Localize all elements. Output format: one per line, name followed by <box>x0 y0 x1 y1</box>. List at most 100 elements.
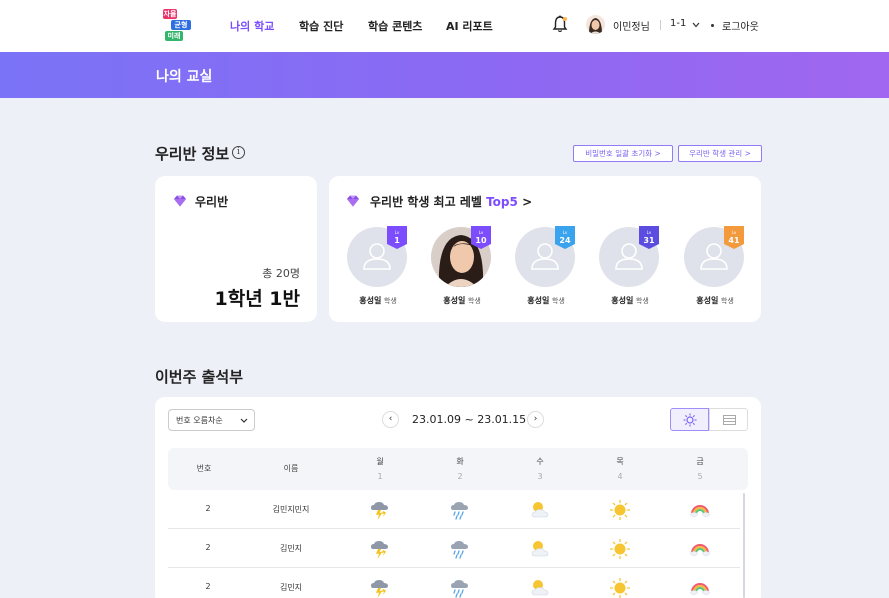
top5-label-accent: Top5 <box>486 195 518 209</box>
attendance-table-header: 번호 이름 월 1 화 2 수 3 목 4 금 5 <box>168 448 748 490</box>
nav-contents[interactable]: 학습 콘텐츠 <box>368 18 422 34</box>
row-number: 2 <box>205 543 211 552</box>
col-day: 화 <box>456 457 464 466</box>
partly-cloudy-icon <box>531 580 549 596</box>
logo[interactable]: 자율 균형 미래 <box>163 9 193 42</box>
list-view-button[interactable] <box>709 408 748 431</box>
attendance-title: 이번주 출석부 <box>155 368 244 386</box>
info-icon[interactable]: i <box>232 146 245 159</box>
level-label: Lv <box>731 230 737 235</box>
col-date: 3 <box>537 472 543 481</box>
table-row[interactable]: 2 김민지민지 <box>168 490 740 529</box>
rainbow-icon <box>690 544 710 556</box>
divider <box>660 20 661 30</box>
class-info-title: 우리반 정보 <box>155 145 230 163</box>
gem-icon <box>347 195 359 207</box>
rainbow-icon <box>690 505 710 517</box>
level-label: Lv <box>478 230 484 235</box>
user-avatar[interactable] <box>586 15 605 34</box>
nav-diagnosis[interactable]: 학습 진단 <box>299 18 343 34</box>
row-name: 김민지민지 <box>272 505 310 514</box>
table-row[interactable]: 2 김민지 <box>168 568 740 598</box>
separator-dot <box>711 24 714 27</box>
student-name-text: 홍성일 <box>696 296 719 305</box>
student-role: 학생 <box>720 297 734 305</box>
table-scrollbar[interactable] <box>743 493 745 598</box>
level-label: Lv <box>646 230 652 235</box>
col-day: 월 <box>376 457 384 466</box>
col-number: 번호 <box>196 464 212 473</box>
student-name: 홍성일 학생 <box>423 295 501 306</box>
date-range: 23.01.09 ~ 23.01.15 <box>412 413 527 426</box>
page-title: 나의 교실 <box>156 69 213 85</box>
student-name: 홍성일 학생 <box>591 295 669 306</box>
bell-icon[interactable] <box>552 15 568 33</box>
student-role: 학생 <box>467 297 481 305</box>
sun-icon <box>609 577 631 598</box>
student-role: 학생 <box>383 297 397 305</box>
partly-cloudy-icon <box>531 502 549 518</box>
level-label: Lv <box>394 230 400 235</box>
thunder-icon <box>371 541 388 559</box>
rainbow-icon <box>690 583 710 595</box>
sun-icon <box>609 538 631 560</box>
reset-password-button[interactable]: 비밀번호 일괄 초기화 > <box>573 145 673 162</box>
level-label: Lv <box>562 230 568 235</box>
logo-line-2: 균형 <box>171 20 191 30</box>
level-number: 24 <box>559 236 571 245</box>
student-name-text: 홍성일 <box>611 296 634 305</box>
gem-icon <box>174 195 186 207</box>
col-date: 4 <box>617 472 623 481</box>
rain-icon <box>451 502 468 520</box>
thunder-icon <box>371 502 388 520</box>
total-students: 총 20명 <box>262 267 300 280</box>
col-day: 금 <box>696 457 704 466</box>
nav-my-school[interactable]: 나의 학교 <box>230 18 274 34</box>
logo-line-3: 미래 <box>165 31 183 41</box>
col-date: 1 <box>377 472 383 481</box>
row-number: 2 <box>205 582 211 591</box>
student-name-text: 홍성일 <box>527 296 550 305</box>
rain-icon <box>451 541 468 559</box>
col-day: 수 <box>536 457 544 466</box>
class-name: 1학년 1반 <box>214 288 301 310</box>
col-date: 5 <box>697 472 703 481</box>
thunder-icon <box>371 580 388 598</box>
level-number: 1 <box>394 236 400 245</box>
top5-label-arrow: > <box>522 195 533 209</box>
my-class-card: 우리반 총 20명 1학년 1반 <box>155 176 317 322</box>
student-name: 홍성일 학생 <box>676 295 754 306</box>
level-number: 10 <box>475 236 487 245</box>
logo-line-1: 자율 <box>163 9 177 19</box>
row-number: 2 <box>205 504 211 513</box>
row-name: 김민지 <box>279 544 303 553</box>
chevron-down-icon[interactable] <box>692 22 700 28</box>
table-row[interactable]: 2 김민지 <box>168 529 740 568</box>
row-name: 김민지 <box>279 583 303 592</box>
sun-outline-icon <box>683 413 697 427</box>
student-name-text: 홍성일 <box>443 296 466 305</box>
top5-label[interactable]: 우리반 학생 최고 레벨 Top5 > <box>370 193 532 210</box>
chevron-down-icon <box>240 418 248 423</box>
logout-link[interactable]: 로그아웃 <box>722 18 759 33</box>
rain-icon <box>451 580 468 598</box>
sort-select[interactable]: 번호 오름차순 <box>168 409 255 431</box>
top-bar: 자율 균형 미래 나의 학교 학습 진단 학습 콘텐츠 AI 리포트 이민정님 … <box>0 0 889 52</box>
manage-students-button[interactable]: 우리반 학생 관리 > <box>678 145 762 162</box>
class-selector[interactable]: 1-1 <box>670 18 686 29</box>
user-name: 이민정님 <box>613 22 650 33</box>
col-name: 이름 <box>283 464 299 473</box>
next-week-button[interactable]: › <box>527 411 544 428</box>
nav-ai-report[interactable]: AI 리포트 <box>446 18 493 34</box>
weather-view-button[interactable] <box>670 408 709 431</box>
my-class-label: 우리반 <box>195 195 229 209</box>
sort-select-value: 번호 오름차순 <box>176 416 223 425</box>
prev-week-button[interactable]: ‹ <box>382 411 399 428</box>
level-number: 41 <box>728 236 740 245</box>
page-banner <box>0 52 889 98</box>
sun-icon <box>609 499 631 521</box>
student-role: 학생 <box>635 297 649 305</box>
student-name-text: 홍성일 <box>359 296 382 305</box>
level-number: 31 <box>643 236 655 245</box>
partly-cloudy-icon <box>531 541 549 557</box>
